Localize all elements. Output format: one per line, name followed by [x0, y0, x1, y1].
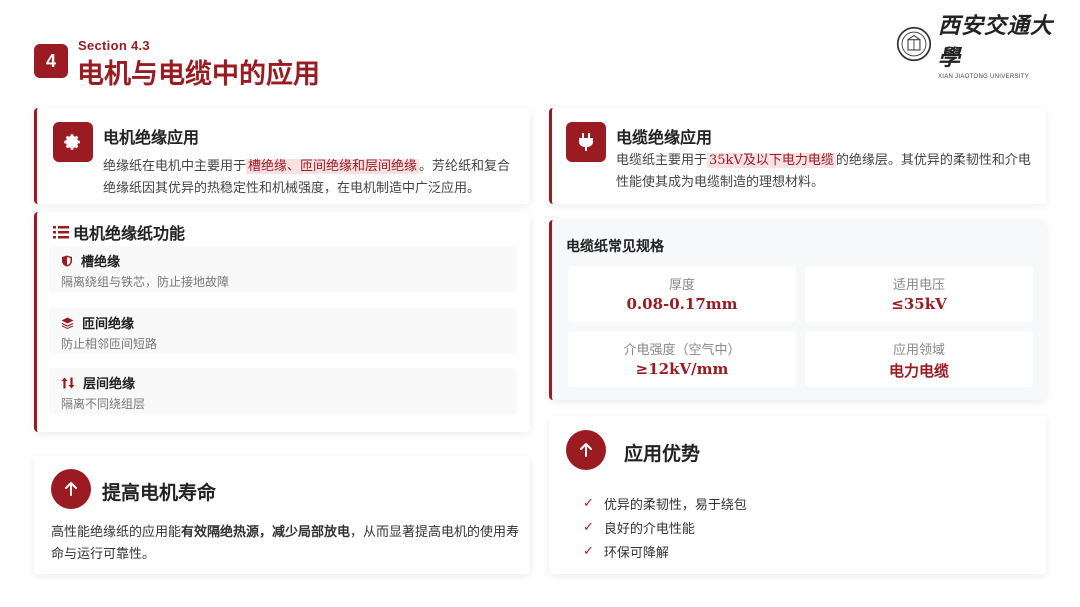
function-item-turn: 匝间绝缘 防止相邻匝间短路 [49, 308, 517, 354]
plug-icon [579, 133, 593, 151]
section-label: Section 4.3 [78, 38, 150, 53]
swap-vertical-icon [61, 377, 75, 388]
advantages-title: 应用优势 [624, 443, 701, 465]
spec-label: 应用领域 [892, 343, 945, 358]
function-item-title: 层间绝缘 [83, 377, 136, 392]
arrow-up-icon [65, 482, 77, 496]
function-item-slot: 槽绝缘 隔离绕组与铁芯，防止接地故障 [49, 246, 517, 292]
arrow-up-icon [580, 443, 592, 457]
motor-life-title: 提高电机寿命 [102, 482, 217, 504]
function-item-desc: 隔离绕组与铁芯，防止接地故障 [61, 275, 230, 289]
logo-chinese-name: 西安交通大學 [937, 13, 1053, 71]
motor-insulation-text: 绝缘纸在电机中主要用于 槽绝缘、匝间绝缘和层间绝缘 。芳纶纸和复合绝缘纸因其优异的热… [103, 159, 511, 196]
advantage-item: ✓ 优异的柔韧性，易于绕包 [583, 496, 747, 513]
spec-label: 厚度 [668, 278, 695, 293]
cable-insulation-card: 电缆绝缘应用 电缆纸主要用于 35kV及以下电力电缆 的绝缘层。其优异的柔韧性和介电… [549, 108, 1046, 204]
spec-value: 0.08-0.17mm [626, 295, 738, 313]
cable-specs-card: 电缆纸常见规格 厚度 0.08-0.17mm 适用电压 ≤35kV 介电强度（空… [549, 220, 1046, 400]
spec-label: 适用电压 [892, 278, 945, 293]
gear-icon-box [53, 122, 93, 162]
section-number-badge: 4 [34, 44, 68, 78]
motor-insulation-title: 电机绝缘应用 [103, 128, 200, 147]
spec-value: ≤35kV [891, 295, 947, 313]
arrow-up-circle [566, 430, 606, 470]
function-item-title: 槽绝缘 [81, 255, 121, 270]
arrow-up-circle [51, 469, 91, 509]
plug-icon-box [566, 122, 606, 162]
function-item-title: 匝间绝缘 [82, 317, 135, 332]
spec-cell-application: 应用领域 电力电缆 [805, 331, 1033, 387]
spec-cell-thickness: 厚度 0.08-0.17mm [568, 266, 796, 322]
logo-english-name: XIAN JIAOTONG UNIVERSITY [937, 74, 1030, 80]
motor-insulation-highlight: 槽绝缘、匝间绝缘和层间绝缘 [246, 159, 420, 174]
motor-life-bold: 有效隔绝热源，减少局部放电 [181, 525, 351, 540]
check-icon: ✓ [583, 520, 594, 535]
spec-cell-dielectric: 介电强度（空气中） ≥12kV/mm [568, 331, 796, 387]
cable-insulation-title: 电缆绝缘应用 [616, 128, 713, 147]
motor-functions-header: 电机绝缘纸功能 [53, 220, 185, 244]
function-item-desc: 防止相邻匝间短路 [61, 337, 158, 351]
function-item-layer: 层间绝缘 隔离不同绕组层 [49, 368, 517, 414]
advantages-card: 应用优势 ✓ 优异的柔韧性，易于绕包 ✓ 良好的介电性能 ✓ 环保可降解 [549, 416, 1046, 574]
cable-insulation-highlight: 35kV及以下电力电缆 [707, 153, 836, 168]
spec-label: 介电强度（空气中） [623, 343, 741, 358]
page-title: 电机与电缆中的应用 [77, 59, 320, 90]
spec-cell-voltage: 适用电压 ≤35kV [805, 266, 1033, 322]
function-item-desc: 隔离不同绕组层 [61, 397, 146, 411]
advantage-item: ✓ 良好的介电性能 [583, 520, 695, 537]
check-icon: ✓ [583, 544, 594, 559]
spec-value: 电力电缆 [888, 362, 949, 380]
motor-functions-card: 电机绝缘纸功能 槽绝缘 隔离绕组与铁芯，防止接地故障 匝间绝缘 防止相邻匝间短路 [34, 212, 530, 432]
cable-insulation-text: 电缆纸主要用于 35kV及以下电力电缆 的绝缘层。其优异的柔韧性和介电性能使其成为电… [616, 153, 1031, 190]
shield-icon [62, 255, 72, 266]
motor-insulation-card: 电机绝缘应用 绝缘纸在电机中主要用于 槽绝缘、匝间绝缘和层间绝缘 。芳纶纸和复合绝缘… [34, 108, 530, 204]
list-icon [53, 226, 69, 239]
university-logo: 西安交通大學 XIAN JIAOTONG UNIVERSITY [896, 13, 1056, 80]
advantage-item: ✓ 环保可降解 [583, 544, 669, 561]
cable-specs-title: 电缆纸常见规格 [566, 239, 664, 255]
motor-life-text: 高性能绝缘纸的应用能有效隔绝热源，减少局部放电，从而显著提高电机的使用寿命与运行… [51, 525, 520, 562]
motor-life-card: 提高电机寿命 高性能绝缘纸的应用能有效隔绝热源，减少局部放电，从而显著提高电机的… [34, 456, 530, 574]
gear-icon [64, 134, 80, 150]
layers-icon [61, 317, 74, 329]
spec-value: ≥12kV/mm [635, 360, 729, 378]
motor-functions-title: 电机绝缘纸功能 [73, 224, 186, 243]
university-seal-icon [896, 26, 932, 62]
check-icon: ✓ [583, 496, 594, 511]
